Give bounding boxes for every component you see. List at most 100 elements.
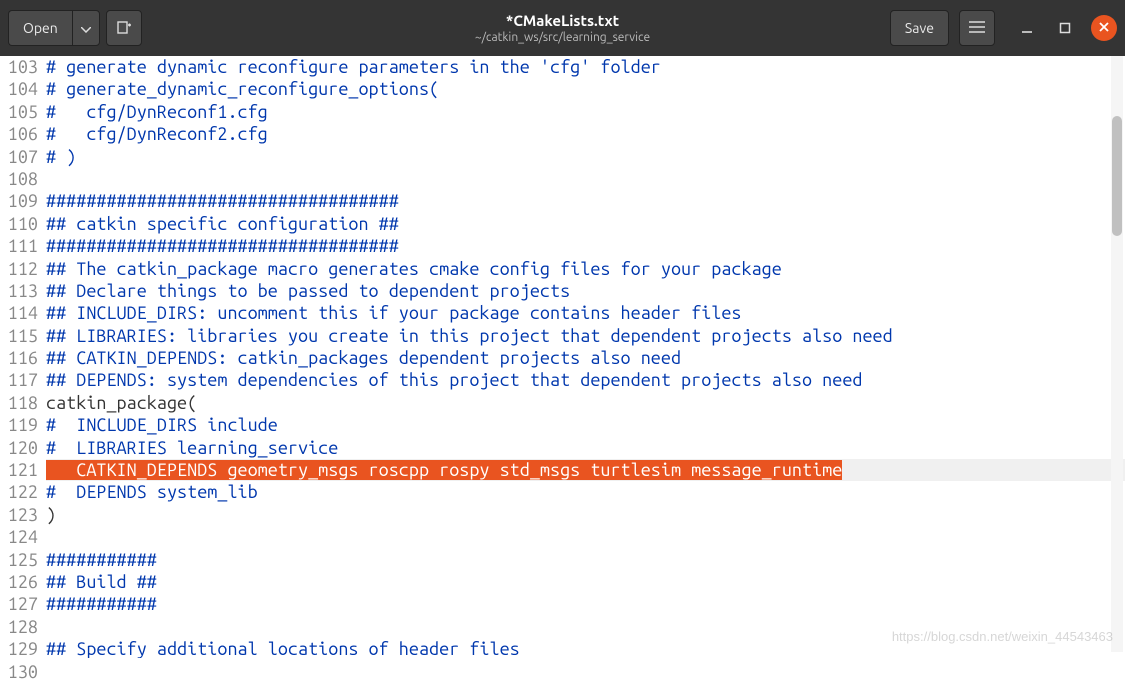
line-number: 112 <box>0 258 38 280</box>
line-number: 116 <box>0 347 38 369</box>
titlebar: Open *CMakeLists.txt ~/catkin_ws/src/lea… <box>0 0 1125 56</box>
open-button-group: Open <box>8 10 100 46</box>
line-number: 113 <box>0 280 38 302</box>
code-line: ################################### <box>46 190 1125 212</box>
line-number: 109 <box>0 190 38 212</box>
maximize-button[interactable] <box>1053 16 1077 40</box>
comment-text: ## CATKIN_DEPENDS: catkin_packages depen… <box>46 348 681 368</box>
open-dropdown-button[interactable] <box>72 10 100 46</box>
code-line: # cfg/DynReconf2.cfg <box>46 123 1125 145</box>
code-line: ## Build ## <box>46 571 1125 593</box>
line-number: 105 <box>0 101 38 123</box>
code-line: ## CATKIN_DEPENDS: catkin_packages depen… <box>46 347 1125 369</box>
comment-text: # ) <box>46 147 76 167</box>
line-number: 130 <box>0 661 38 683</box>
comment-text: # cfg/DynReconf2.cfg <box>46 124 268 144</box>
line-number: 104 <box>0 78 38 100</box>
comment-text: ## LIBRARIES: libraries you create in th… <box>46 326 893 346</box>
editor-area[interactable]: 1031041051061071081091101111121131141151… <box>0 56 1125 658</box>
highlighted-text: CATKIN_DEPENDS geometry_msgs roscpp rosp… <box>46 460 842 480</box>
plain-text: ) <box>46 505 56 525</box>
code-line: ) <box>46 504 1125 526</box>
comment-text: # LIBRARIES learning_service <box>46 438 338 458</box>
comment-text: ########### <box>46 594 157 614</box>
line-number: 126 <box>0 571 38 593</box>
comment-text: ## Build ## <box>46 572 157 592</box>
titlebar-left: Open <box>8 10 142 46</box>
line-number: 128 <box>0 616 38 638</box>
close-button[interactable] <box>1091 15 1117 41</box>
chevron-down-icon <box>81 20 91 36</box>
scrollbar-thumb[interactable] <box>1112 116 1122 236</box>
code-line: catkin_package( <box>46 392 1125 414</box>
code-line <box>46 526 1125 548</box>
code-line: ########### <box>46 593 1125 615</box>
comment-text: ## Declare things to be passed to depend… <box>46 281 570 301</box>
code-area[interactable]: # generate dynamic reconfigure parameter… <box>42 56 1125 658</box>
code-line: ## catkin specific configuration ## <box>46 213 1125 235</box>
line-number: 123 <box>0 504 38 526</box>
comment-text: ## The catkin_package macro generates cm… <box>46 259 782 279</box>
comment-text: # cfg/DynReconf1.cfg <box>46 102 268 122</box>
line-number: 118 <box>0 392 38 414</box>
line-number: 129 <box>0 638 38 660</box>
save-button[interactable]: Save <box>890 10 949 46</box>
line-number: 110 <box>0 213 38 235</box>
code-line: # INCLUDE_DIRS include <box>46 414 1125 436</box>
titlebar-right: Save <box>890 10 1117 46</box>
open-button[interactable]: Open <box>8 10 72 46</box>
comment-text: ## catkin specific configuration ## <box>46 214 399 234</box>
minimize-button[interactable] <box>1015 16 1039 40</box>
line-number: 125 <box>0 549 38 571</box>
line-number: 103 <box>0 56 38 78</box>
watermark: https://blog.csdn.net/weixin_44543463 <box>892 629 1113 644</box>
comment-text: ################################### <box>46 191 399 211</box>
comment-text: ## Specify additional locations of heade… <box>46 639 520 658</box>
code-line: ## DEPENDS: system dependencies of this … <box>46 369 1125 391</box>
code-line: CATKIN_DEPENDS geometry_msgs roscpp rosp… <box>46 459 1125 481</box>
window-controls <box>1015 15 1117 41</box>
vertical-scrollbar[interactable] <box>1111 56 1123 652</box>
code-line: # generate dynamic reconfigure parameter… <box>46 56 1125 78</box>
line-number: 121 <box>0 459 38 481</box>
code-line: # DEPENDS system_lib <box>46 481 1125 503</box>
new-tab-button[interactable] <box>106 10 142 46</box>
line-number: 122 <box>0 481 38 503</box>
new-tab-icon <box>116 19 132 38</box>
line-gutter: 1031041051061071081091101111121131141151… <box>0 56 42 658</box>
comment-text: ## INCLUDE_DIRS: uncomment this if your … <box>46 303 742 323</box>
line-number: 124 <box>0 526 38 548</box>
line-number: 108 <box>0 168 38 190</box>
comment-text: # generate dynamic reconfigure parameter… <box>46 57 661 77</box>
code-line: ## INCLUDE_DIRS: uncomment this if your … <box>46 302 1125 324</box>
line-number: 115 <box>0 325 38 347</box>
code-line: ## LIBRARIES: libraries you create in th… <box>46 325 1125 347</box>
hamburger-menu-button[interactable] <box>959 10 995 46</box>
close-icon <box>1098 20 1110 36</box>
comment-text: # INCLUDE_DIRS include <box>46 415 278 435</box>
code-line: # generate_dynamic_reconfigure_options( <box>46 78 1125 100</box>
comment-text: # generate_dynamic_reconfigure_options( <box>46 79 439 99</box>
comment-text: ########### <box>46 550 157 570</box>
code-line: # LIBRARIES learning_service <box>46 437 1125 459</box>
line-number: 106 <box>0 123 38 145</box>
code-line: ################################### <box>46 235 1125 257</box>
comment-text: ## DEPENDS: system dependencies of this … <box>46 370 862 390</box>
plain-text: catkin_package( <box>46 393 197 413</box>
code-line: # cfg/DynReconf1.cfg <box>46 101 1125 123</box>
code-line: ## Declare things to be passed to depend… <box>46 280 1125 302</box>
code-line: ########### <box>46 549 1125 571</box>
line-number: 120 <box>0 437 38 459</box>
hamburger-icon <box>969 20 985 36</box>
title-center: *CMakeLists.txt ~/catkin_ws/src/learning… <box>475 12 650 44</box>
code-line <box>46 168 1125 190</box>
line-number: 119 <box>0 414 38 436</box>
code-line: ## The catkin_package macro generates cm… <box>46 258 1125 280</box>
line-number: 107 <box>0 146 38 168</box>
window-title: *CMakeLists.txt <box>475 12 650 29</box>
window-subtitle: ~/catkin_ws/src/learning_service <box>475 31 650 44</box>
line-number: 117 <box>0 369 38 391</box>
code-line: # ) <box>46 146 1125 168</box>
comment-text: # DEPENDS system_lib <box>46 482 258 502</box>
line-number: 127 <box>0 593 38 615</box>
